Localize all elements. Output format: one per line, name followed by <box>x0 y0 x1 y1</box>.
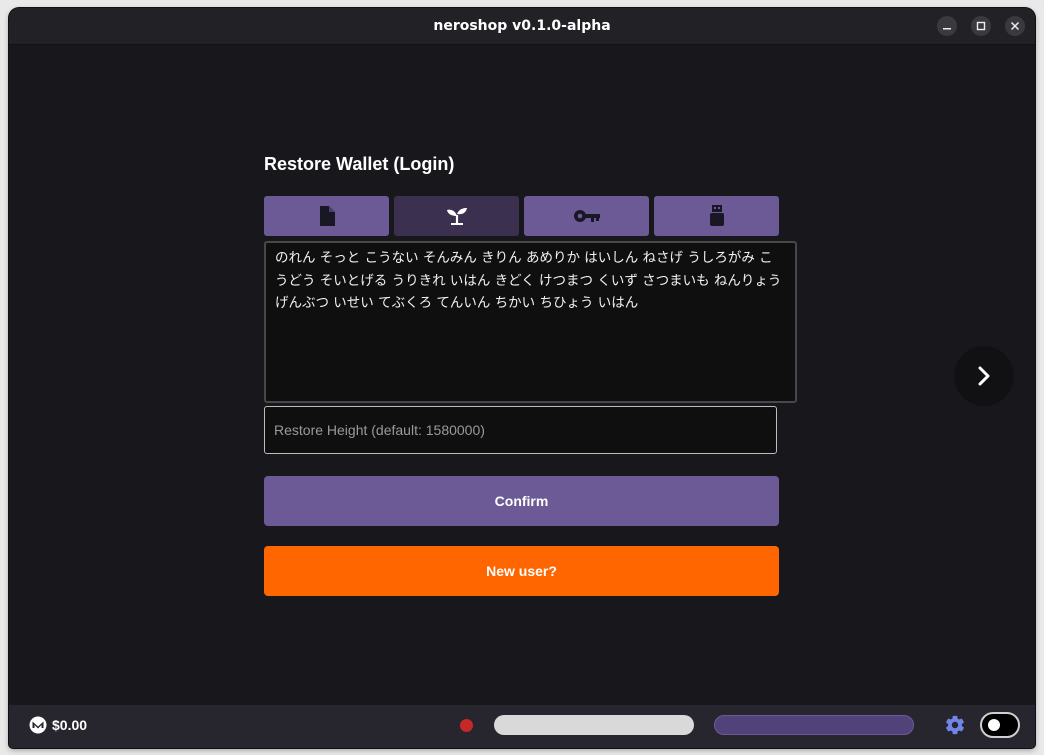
toggle-icon <box>988 719 1000 731</box>
chevron-right-icon <box>978 366 990 386</box>
key-icon <box>573 210 600 222</box>
daemon-progress-bar <box>714 715 914 735</box>
sprout-icon <box>446 208 467 225</box>
tab-hardware-wallet[interactable] <box>654 196 779 236</box>
theme-toggle[interactable] <box>980 712 1020 738</box>
connection-status-dot <box>460 719 473 732</box>
confirm-button[interactable]: Confirm <box>264 476 779 526</box>
monero-icon <box>29 716 47 734</box>
file-icon <box>319 206 335 226</box>
close-button[interactable] <box>1005 16 1025 36</box>
seed-phrase-textarea[interactable]: のれん そっと こうない そんみん きりん あめりか はいしん ねさげ うしろが… <box>264 241 797 403</box>
restore-height-input[interactable]: Restore Height (default: 1580000) <box>264 406 777 454</box>
title-bar[interactable]: neroshop v0.1.0-alpha <box>9 8 1035 45</box>
next-button[interactable] <box>954 346 1014 406</box>
status-bar: $0.00 <box>9 705 1035 748</box>
maximize-button[interactable] <box>971 16 991 36</box>
sync-progress-bar <box>494 715 694 735</box>
window-title: neroshop v0.1.0-alpha <box>433 18 611 34</box>
tab-seed[interactable] <box>394 196 519 236</box>
minimize-button[interactable] <box>937 16 957 36</box>
gear-icon[interactable] <box>944 714 966 736</box>
tab-private-keys[interactable] <box>524 196 649 236</box>
new-user-button[interactable]: New user? <box>264 546 779 596</box>
minimize-icon <box>943 28 951 30</box>
close-icon <box>1010 21 1020 31</box>
wallet-balance: $0.00 <box>52 717 88 733</box>
page-title: Restore Wallet (Login) <box>264 154 455 174</box>
tab-key-file[interactable] <box>264 196 389 236</box>
maximize-icon <box>976 21 986 31</box>
usb-drive-icon <box>709 205 724 226</box>
app-window: neroshop v0.1.0-alpha Restore Wallet (Lo… <box>9 8 1035 748</box>
